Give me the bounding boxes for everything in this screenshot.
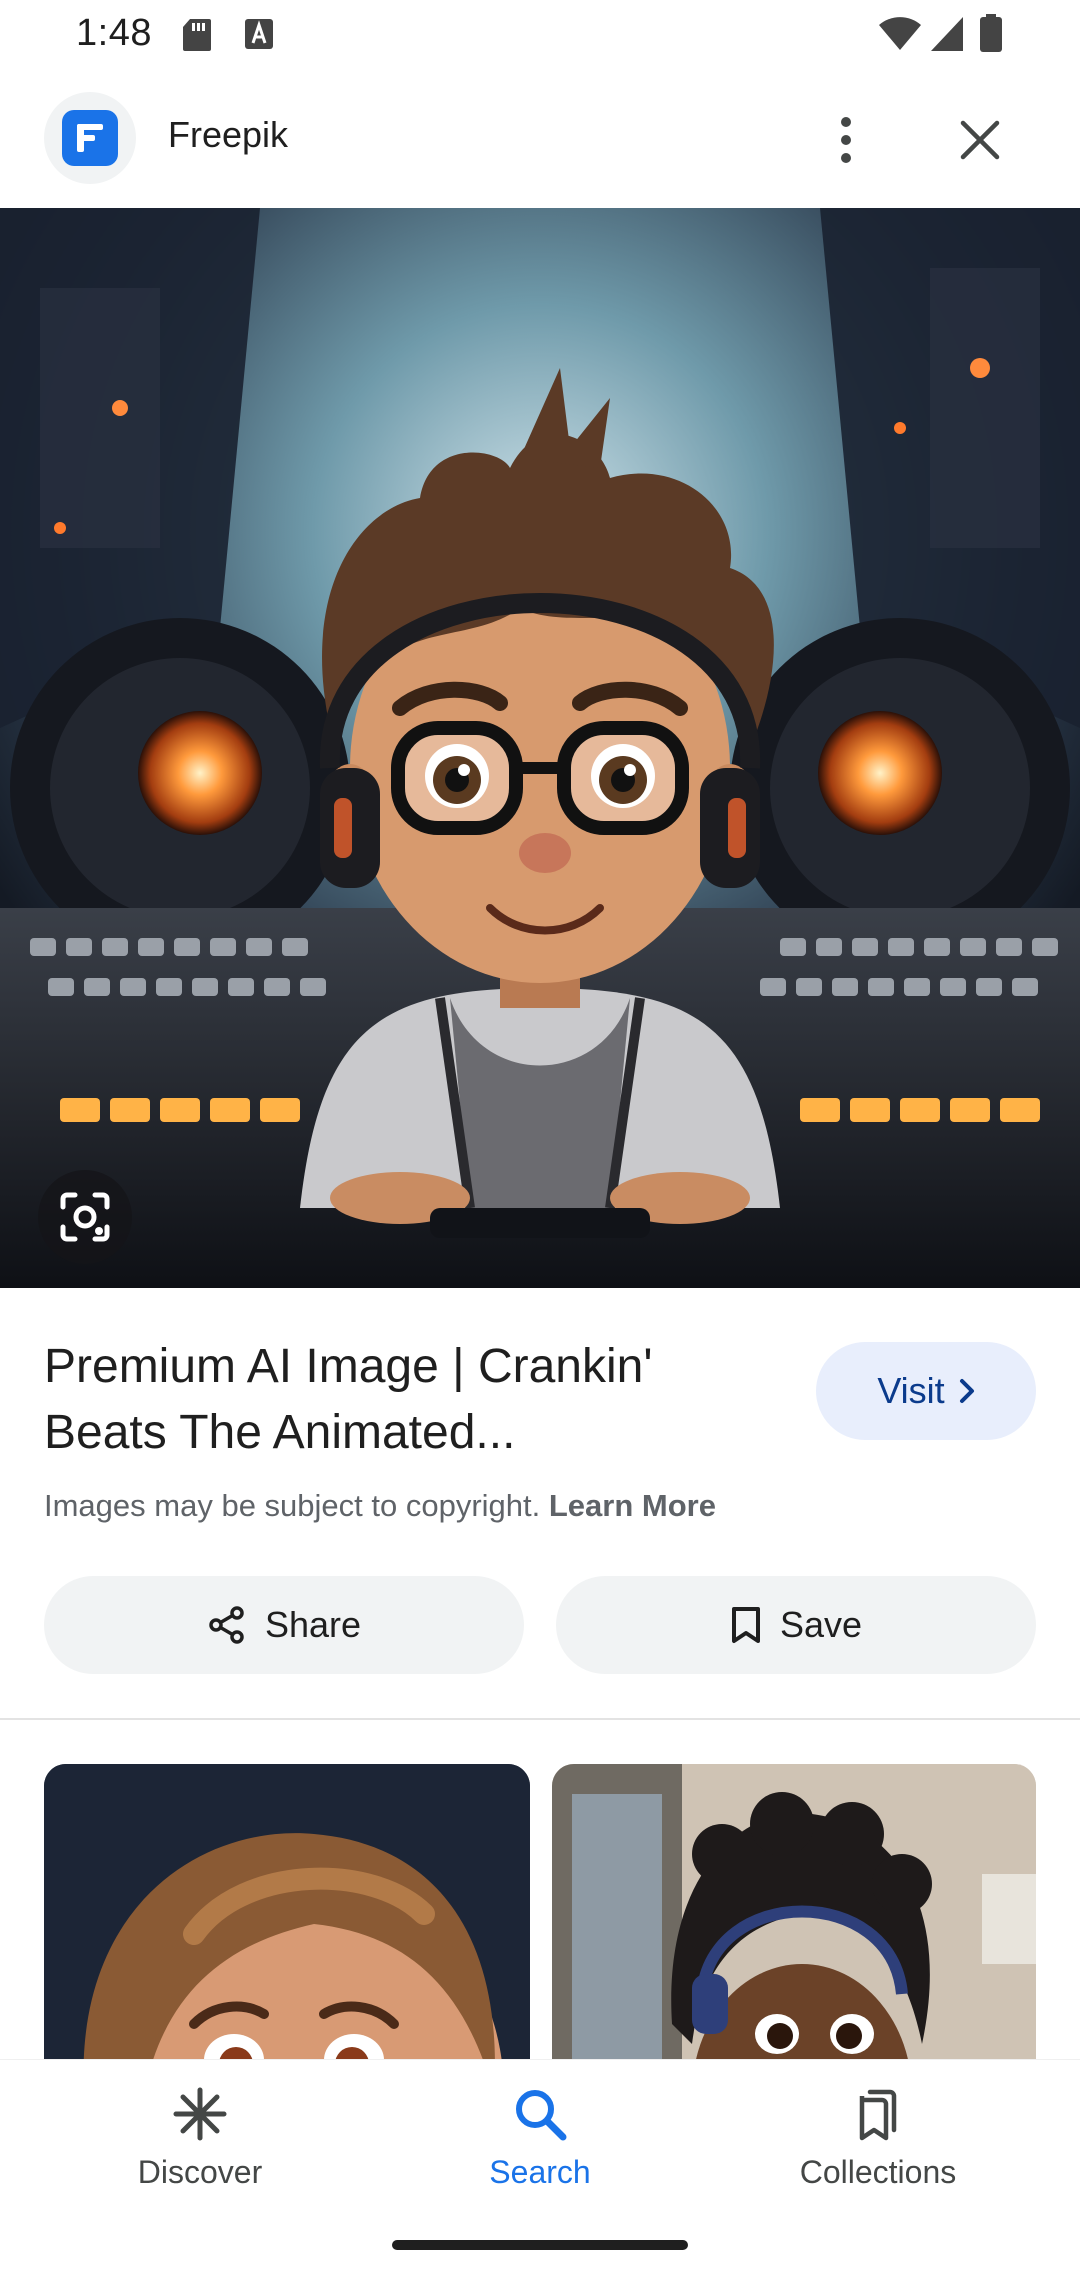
nav-search[interactable]: Search	[390, 2084, 690, 2214]
close-icon	[960, 120, 1000, 160]
share-button[interactable]: Share	[44, 1576, 524, 1674]
chevron-right-icon	[959, 1379, 974, 1403]
home-indicator[interactable]	[392, 2240, 688, 2250]
site-name[interactable]: Freepik	[168, 114, 288, 156]
header: Freepik	[0, 72, 1080, 208]
close-button[interactable]	[944, 102, 1016, 178]
nav-search-label: Search	[489, 2154, 591, 2190]
bookmark-icon	[731, 1607, 760, 1643]
copyright-notice: Images may be subject to copyright. Lear…	[44, 1488, 716, 1524]
copyright-text: Images may be subject to copyright.	[44, 1488, 541, 1523]
divider	[0, 1718, 1080, 1720]
nav-discover[interactable]: Discover	[50, 2084, 350, 2214]
google-lens-button[interactable]	[38, 1170, 132, 1264]
signal-icon	[931, 17, 963, 51]
status-bar: 1:48	[0, 0, 1080, 72]
freepik-logo-icon	[62, 110, 118, 166]
google-lens-icon	[60, 1192, 110, 1242]
asterisk-icon	[170, 2084, 230, 2144]
cartoon-girl-thumbnail	[44, 1764, 530, 2060]
bookmarks-icon	[848, 2084, 908, 2144]
more-options-button[interactable]	[814, 102, 878, 178]
battery-icon	[980, 14, 1002, 52]
status-time: 1:48	[76, 12, 152, 54]
cartoon-girl-headphones-thumbnail	[552, 1764, 1036, 2060]
search-icon	[510, 2084, 570, 2144]
related-image-1[interactable]	[44, 1764, 530, 2060]
cartoon-dj-illustration	[0, 208, 1080, 1288]
share-label: Share	[264, 1604, 362, 1645]
learn-more-link[interactable]: Learn More	[549, 1488, 716, 1523]
site-logo[interactable]	[44, 92, 136, 184]
result-image[interactable]	[0, 208, 1080, 1288]
nav-collections-label: Collections	[799, 2154, 957, 2190]
wifi-icon	[879, 17, 921, 50]
result-title: Premium AI Image | Crankin' Beats The An…	[44, 1340, 653, 1459]
visit-button[interactable]: Visit	[816, 1342, 1036, 1440]
more-vert-icon	[841, 117, 851, 163]
a-notification-icon	[245, 19, 273, 49]
sd-card-icon	[183, 19, 211, 51]
share-icon	[209, 1606, 244, 1644]
nav-collections[interactable]: Collections	[728, 2084, 1028, 2214]
visit-label: Visit	[877, 1370, 945, 1411]
nav-discover-label: Discover	[137, 2154, 263, 2190]
related-image-2[interactable]	[552, 1764, 1036, 2060]
save-button[interactable]: Save	[556, 1576, 1036, 1674]
save-label: Save	[779, 1604, 863, 1645]
